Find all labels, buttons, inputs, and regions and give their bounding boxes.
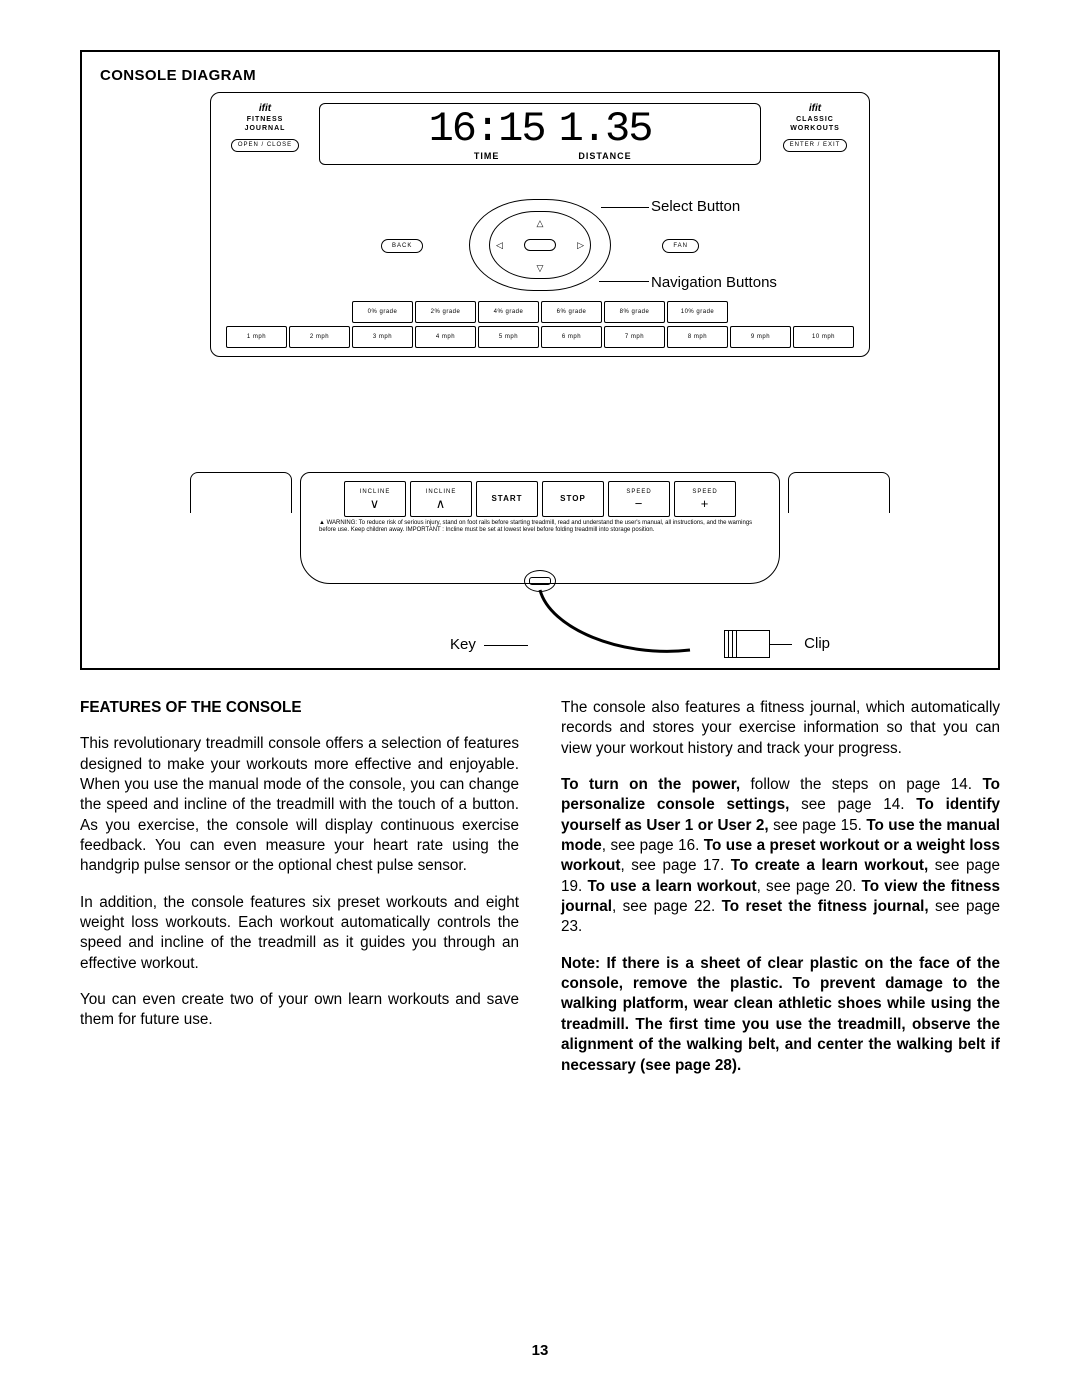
clip-icon[interactable]	[724, 630, 770, 658]
grade-0[interactable]: 0% grade	[352, 301, 413, 323]
back-button[interactable]: BACK	[381, 239, 423, 253]
speed-down-button[interactable]: SPEED −	[608, 481, 670, 517]
incline-up-button[interactable]: INCLINE ∧	[410, 481, 472, 517]
safety-key-area: Key Clip	[220, 570, 860, 648]
key-callout: Key	[450, 635, 476, 655]
select-button[interactable]	[524, 239, 556, 251]
mph-3[interactable]: 3 mph	[352, 326, 413, 348]
select-button-callout: Select Button	[651, 197, 740, 217]
distance-label: DISTANCE	[578, 150, 631, 162]
grade-8[interactable]: 8% grade	[604, 301, 665, 323]
grade-buttons-row: 0% grade 2% grade 4% grade 6% grade 8% g…	[221, 301, 859, 323]
mph-4[interactable]: 4 mph	[415, 326, 476, 348]
chevron-up-icon: ∧	[436, 497, 447, 510]
body-text: FEATURES OF THE CONSOLE This revolutiona…	[80, 698, 1000, 1092]
ifit-logo-right: ifit	[809, 103, 821, 115]
fan-button[interactable]: FAN	[662, 239, 699, 253]
mph-7[interactable]: 7 mph	[604, 326, 665, 348]
lcd-display: 16:15 TIME 1.35 DISTANCE	[319, 103, 761, 165]
speed-buttons-row: 1 mph 2 mph 3 mph 4 mph 5 mph 6 mph 7 mp…	[221, 326, 859, 348]
distance-value: 1.35	[559, 108, 652, 150]
clip-callout: Clip	[804, 634, 830, 654]
time-value: 16:15	[429, 108, 545, 150]
enter-exit-button[interactable]: ENTER / EXIT	[783, 139, 848, 152]
grade-2[interactable]: 2% grade	[415, 301, 476, 323]
mph-9[interactable]: 9 mph	[730, 326, 791, 348]
ifit-logo-left: ifit	[259, 103, 271, 115]
paragraph-4: The console also features a fitness jour…	[561, 698, 1000, 759]
features-heading: FEATURES OF THE CONSOLE	[80, 698, 519, 718]
classic-label-2: WORKOUTS	[790, 125, 840, 133]
fitness-journal-pod: ifit FITNESS JOURNAL OPEN / CLOSE	[221, 103, 309, 165]
nav-down-icon[interactable]: ▽	[537, 262, 544, 274]
paragraph-3: You can even create two of your own lear…	[80, 990, 519, 1031]
console-diagram-frame: CONSOLE DIAGRAM ifit FITNESS JOURNAL OPE…	[80, 50, 1000, 670]
note-paragraph: Note: If there is a sheet of clear plast…	[561, 954, 1000, 1076]
lower-control-panel: INCLINE ∨ INCLINE ∧ START STOP SPEED − S…	[300, 472, 780, 584]
mph-8[interactable]: 8 mph	[667, 326, 728, 348]
warning-text: ▲ WARNING: To reduce risk of serious inj…	[301, 517, 779, 533]
right-handle	[788, 472, 890, 513]
upper-console-panel: ifit FITNESS JOURNAL OPEN / CLOSE 16:15 …	[210, 92, 870, 357]
plus-icon: +	[701, 497, 710, 510]
diagram-title: CONSOLE DIAGRAM	[100, 66, 980, 86]
mph-10[interactable]: 10 mph	[793, 326, 854, 348]
left-handle	[190, 472, 292, 513]
nav-buttons-callout: Navigation Buttons	[651, 273, 777, 293]
stop-button[interactable]: STOP	[542, 481, 604, 517]
mph-2[interactable]: 2 mph	[289, 326, 350, 348]
chevron-down-icon: ∨	[370, 497, 381, 510]
grade-6[interactable]: 6% grade	[541, 301, 602, 323]
classic-label-1: CLASSIC	[796, 116, 834, 124]
page-number: 13	[532, 1341, 549, 1361]
time-label: TIME	[474, 150, 500, 162]
nav-up-icon[interactable]: △	[537, 217, 544, 229]
minus-icon: −	[635, 497, 644, 510]
mph-5[interactable]: 5 mph	[478, 326, 539, 348]
instructions-paragraph: To turn on the power, follow the steps o…	[561, 775, 1000, 938]
fitness-label-2: JOURNAL	[245, 125, 286, 133]
fitness-label-1: FITNESS	[247, 116, 284, 124]
navigation-cluster: BACK △ ▽ ◁ ▷ FAN Select Button Navigatio…	[221, 195, 859, 295]
start-button[interactable]: START	[476, 481, 538, 517]
nav-right-icon[interactable]: ▷	[577, 239, 584, 251]
grade-10[interactable]: 10% grade	[667, 301, 728, 323]
speed-up-button[interactable]: SPEED +	[674, 481, 736, 517]
open-close-button[interactable]: OPEN / CLOSE	[231, 139, 299, 152]
paragraph-2: In addition, the console features six pr…	[80, 893, 519, 974]
classic-workouts-pod: ifit CLASSIC WORKOUTS ENTER / EXIT	[771, 103, 859, 165]
nav-oval: △ ▽ ◁ ▷	[469, 199, 611, 291]
mph-1[interactable]: 1 mph	[226, 326, 287, 348]
grade-4[interactable]: 4% grade	[478, 301, 539, 323]
mph-6[interactable]: 6 mph	[541, 326, 602, 348]
incline-down-button[interactable]: INCLINE ∨	[344, 481, 406, 517]
paragraph-1: This revolutionary treadmill console off…	[80, 734, 519, 876]
nav-left-icon[interactable]: ◁	[496, 239, 503, 251]
